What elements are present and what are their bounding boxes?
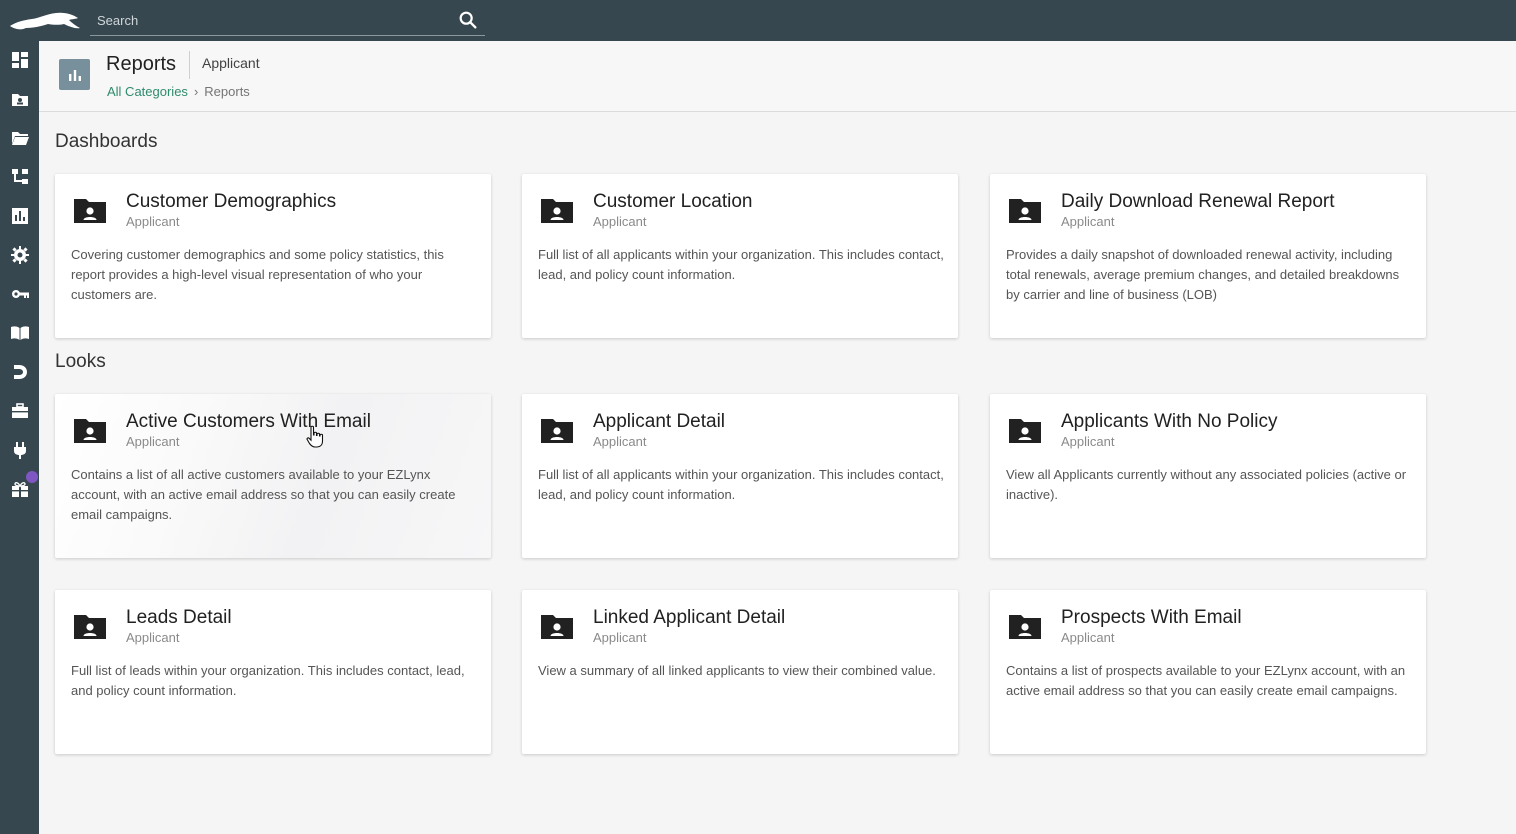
card-subtitle: Applicant [1061,434,1115,449]
card-title: Applicants With No Policy [1061,411,1278,432]
breadcrumb-all-categories[interactable]: All Categories [107,84,188,99]
card-applicant-detail[interactable]: Applicant Detail Applicant Full list of … [522,394,958,558]
search-input[interactable] [90,8,445,32]
page-context: Applicant [202,55,260,71]
nav-folders[interactable] [0,120,39,156]
card-title: Linked Applicant Detail [593,607,786,628]
search-bar [90,6,485,36]
key-icon [11,290,29,298]
card-description: Full list of all applicants within your … [538,247,944,282]
card-prospects-with-email[interactable]: Prospects With Email Applicant Contains … [990,590,1426,754]
looks-section-title: Looks [55,351,106,372]
hierarchy-icon [11,169,28,184]
reports-header-icon [59,59,90,90]
nav-contacts[interactable] [0,81,39,117]
open-folder-icon [11,132,29,145]
card-title: Active Customers With Email [126,411,371,432]
nav-rewards[interactable] [0,471,39,507]
contact-folder-icon [74,419,106,443]
left-nav [0,41,39,834]
contact-folder-icon [74,615,106,639]
nav-settings[interactable] [0,237,39,273]
card-title: Customer Demographics [126,191,337,212]
card-subtitle: Applicant [126,434,180,449]
card-description: Covering customer demographics and some … [71,247,444,302]
card-customer-demographics[interactable]: Customer Demographics Applicant Covering… [55,174,491,338]
card-description: Full list of leads within your organizat… [71,663,465,698]
page-title: Reports [106,53,177,75]
nav-keys[interactable] [0,276,39,312]
contact-folder-icon [1009,419,1041,443]
contact-folder-icon [74,199,106,223]
briefcase-icon [11,403,28,418]
breadcrumb: All Categories › Reports [107,84,250,99]
nav-reports[interactable] [0,198,39,234]
page-header: Reports Applicant All Categories › Repor… [39,41,1516,112]
top-bar [0,0,1516,41]
card-description: Contains a list of prospects available t… [1006,663,1406,698]
nav-dashboard[interactable] [0,42,39,78]
reports-icon [11,208,28,224]
card-subtitle: Applicant [1061,630,1115,645]
notification-badge [26,471,38,483]
card-title: Customer Location [593,191,753,212]
card-customer-location[interactable]: Customer Location Applicant Full list of… [522,174,958,338]
card-description: View a summary of all linked applicants … [538,663,936,678]
contact-folder-icon [1009,615,1041,639]
nav-leads[interactable] [0,354,39,390]
card-leads-detail[interactable]: Leads Detail Applicant Full list of lead… [55,590,491,754]
card-subtitle: Applicant [593,630,647,645]
breadcrumb-current: Reports [204,84,250,99]
card-daily-download-renewal-report[interactable]: Daily Download Renewal Report Applicant … [990,174,1426,338]
dashboard-icon [11,52,28,68]
book-icon [10,326,29,340]
card-title: Prospects With Email [1061,607,1242,628]
contact-folder-icon [1009,199,1041,223]
magnet-icon [13,365,27,379]
card-description: Contains a list of all active customers … [71,467,456,522]
card-subtitle: Applicant [593,214,647,229]
contacts-folder-icon [11,94,28,106]
contact-folder-icon [541,615,573,639]
dashboards-section-title: Dashboards [55,131,158,152]
card-active-customers-with-email[interactable]: Active Customers With Email Applicant Co… [55,394,491,558]
card-description: Provides a daily snapshot of downloaded … [1006,247,1400,302]
card-linked-applicant-detail[interactable]: Linked Applicant Detail Applicant View a… [522,590,958,754]
card-applicants-with-no-policy[interactable]: Applicants With No Policy Applicant View… [990,394,1426,558]
nav-integrations[interactable] [0,432,39,468]
title-divider [189,51,190,79]
chevron-right-icon: › [193,84,199,99]
cheetah-logo-icon[interactable] [6,6,82,34]
card-subtitle: Applicant [1061,214,1115,229]
card-title: Applicant Detail [593,411,726,432]
contact-folder-icon [541,199,573,223]
settings-gear-icon [10,246,29,264]
plug-icon [13,442,26,459]
search-icon[interactable] [457,9,479,31]
card-subtitle: Applicant [126,630,180,645]
nav-hierarchy[interactable] [0,159,39,195]
card-description: View all Applicants currently without an… [1006,467,1407,502]
nav-business[interactable] [0,393,39,429]
card-subtitle: Applicant [126,214,180,229]
card-title: Daily Download Renewal Report [1061,191,1335,212]
card-description: Full list of all applicants within your … [538,467,944,502]
nav-library[interactable] [0,315,39,351]
contact-folder-icon [541,419,573,443]
gift-icon [11,482,28,497]
card-title: Leads Detail [126,607,232,628]
card-subtitle: Applicant [593,434,647,449]
